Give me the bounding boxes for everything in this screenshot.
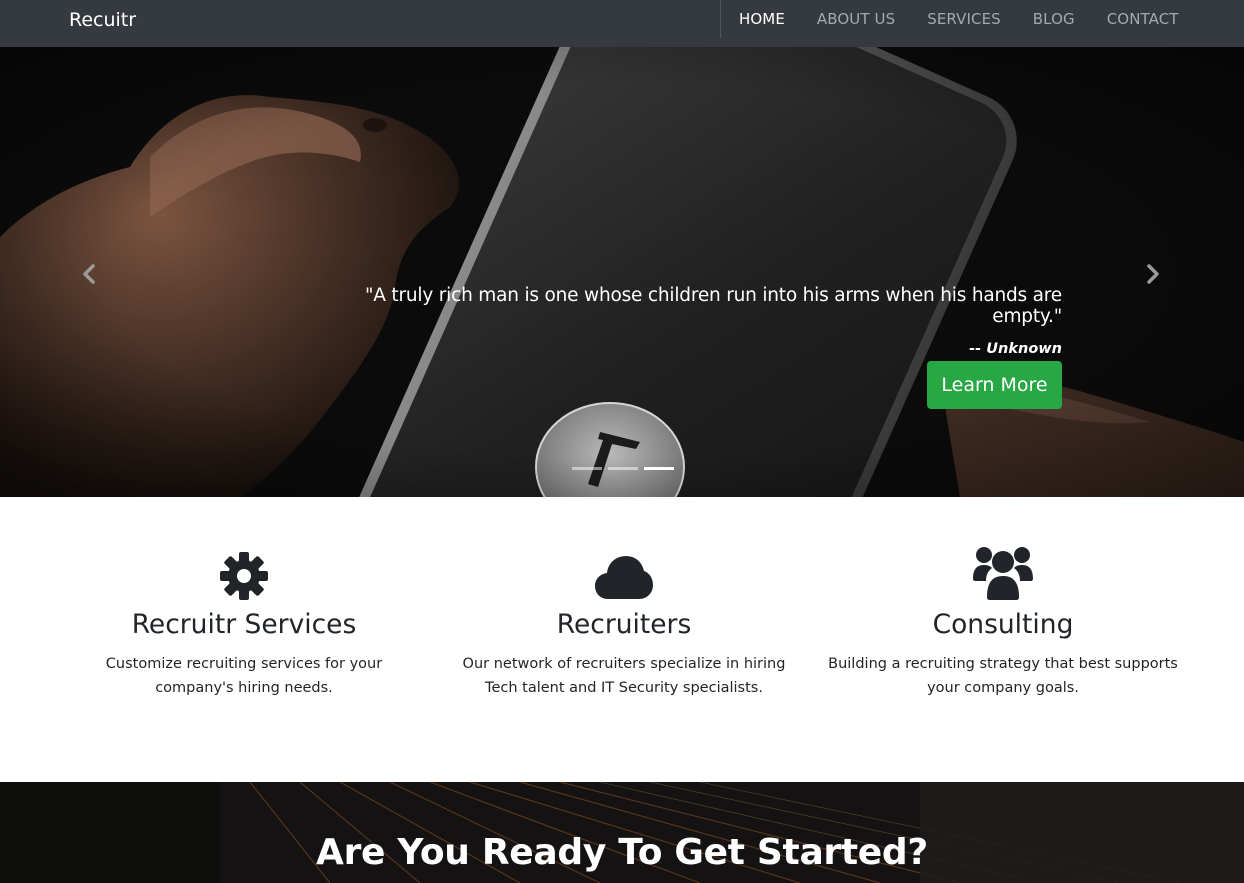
- hero-carousel: "A truly rich man is one whose children …: [0, 47, 1244, 497]
- carousel-indicators: [572, 467, 674, 470]
- navbar: Recuitr HOME ABOUT US SERVICES BLOG CONT…: [0, 0, 1244, 47]
- users-icon: [825, 543, 1181, 601]
- feature-text: Building a recruiting strategy that best…: [828, 656, 1178, 696]
- carousel-indicator-2[interactable]: [608, 467, 638, 470]
- feature-title: Recruitr Services: [131, 609, 357, 640]
- cta-title: Are You Ready To Get Started?: [316, 832, 928, 873]
- author-name: Unknown: [986, 341, 1062, 357]
- feature-consulting: Consulting Building a recruiting strateg…: [825, 543, 1181, 700]
- gear-icon: [66, 543, 422, 601]
- chevron-left-icon: [83, 264, 95, 284]
- hero-quote-author: -- Unknown: [302, 341, 1062, 357]
- nav-links: HOME ABOUT US SERVICES BLOG CONTACT: [739, 10, 1179, 28]
- carousel-next-button[interactable]: [1138, 259, 1168, 289]
- learn-more-button[interactable]: Learn More: [927, 361, 1062, 409]
- cta-section: Are You Ready To Get Started?: [0, 782, 1244, 883]
- cloud-icon: [446, 543, 802, 601]
- nav-divider: [720, 0, 721, 38]
- features-section: Recruitr Services Customize recruiting s…: [0, 497, 1244, 782]
- hero-background-image: [0, 47, 1244, 497]
- carousel-caption: "A truly rich man is one whose children …: [302, 285, 1062, 357]
- feature-text: Our network of recruiters specialize in …: [462, 656, 786, 696]
- feature-title: Consulting: [932, 609, 1074, 640]
- nav-link-about-us[interactable]: ABOUT US: [817, 10, 895, 28]
- brand-logo[interactable]: Recuitr: [69, 9, 136, 31]
- hero-quote: "A truly rich man is one whose children …: [364, 285, 1062, 327]
- feature-title: Recruiters: [556, 609, 692, 640]
- nav-link-blog[interactable]: BLOG: [1033, 10, 1075, 28]
- chevron-right-icon: [1147, 264, 1159, 284]
- carousel-prev-button[interactable]: [74, 259, 104, 289]
- nav-link-contact[interactable]: CONTACT: [1107, 10, 1179, 28]
- carousel-indicator-1[interactable]: [572, 467, 602, 470]
- feature-text: Customize recruiting services for your c…: [105, 656, 383, 696]
- author-prefix: --: [969, 341, 987, 357]
- feature-recruiters: Recruiters Our network of recruiters spe…: [446, 543, 802, 700]
- nav-link-services[interactable]: SERVICES: [927, 10, 1001, 28]
- carousel-indicator-3[interactable]: [644, 467, 674, 470]
- feature-recruitr-services: Recruitr Services Customize recruiting s…: [66, 543, 422, 700]
- nav-link-home[interactable]: HOME: [739, 10, 785, 28]
